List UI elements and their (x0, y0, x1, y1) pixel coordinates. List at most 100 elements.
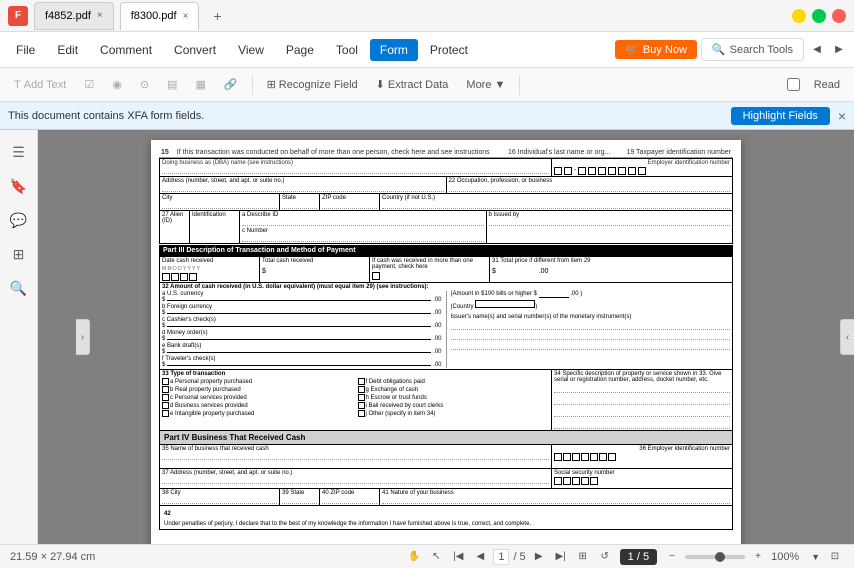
row-33i-check[interactable] (358, 402, 365, 409)
new-tab-button[interactable]: + (205, 4, 229, 28)
next-page-button[interactable]: ▶ (530, 548, 548, 566)
ein36-box7 (608, 453, 616, 461)
row-33g-check[interactable] (358, 386, 365, 393)
search-tools-button[interactable]: 🔍 Search Tools (701, 38, 804, 61)
back-button[interactable]: ◀ (808, 41, 826, 59)
toolbar: T Add Text ☑ ◉ ⊙ ▤ ▦ 🔗 ⊞ Recognize Field… (0, 68, 854, 102)
row-33f-check[interactable] (358, 378, 365, 385)
recognize-field-button[interactable]: ⊞ Recognize Field (259, 75, 366, 94)
row-30-checkbox[interactable] (372, 272, 380, 280)
field-icon3: 🔗 (224, 78, 238, 91)
sidebar-hand-icon[interactable]: ☰ (5, 138, 33, 166)
row-31-label: 31 Total price if different from item 29 (492, 258, 730, 264)
sidebar-bookmark-icon[interactable]: 🔖 (5, 172, 33, 200)
rotate-button[interactable]: ↺ (596, 548, 614, 566)
tab-f8300[interactable]: f8300.pdf × (120, 2, 200, 30)
read-button[interactable]: Read (806, 76, 848, 94)
extract-data-button[interactable]: ⬇ Extract Data (368, 75, 457, 94)
date-format: M M D D Y Y Y Y (162, 266, 257, 272)
left-panel-toggle[interactable]: › (76, 319, 90, 355)
page-input[interactable]: 1 (493, 549, 509, 565)
field-tool3-button[interactable]: 🔗 (216, 75, 246, 94)
app-icon: F (8, 6, 28, 26)
row-27d-field (242, 234, 484, 242)
row-32-issuer: Issuer's name(s) and serial number(s) of… (451, 314, 731, 320)
more-button[interactable]: More ▼ (458, 76, 513, 94)
sidebar-comment-icon[interactable]: 💬 (5, 206, 33, 234)
menu-file[interactable]: File (6, 39, 45, 61)
row-34-field1 (554, 383, 730, 393)
row-33b-check[interactable] (162, 386, 169, 393)
extract-label: Extract Data (388, 79, 449, 91)
menu-tool[interactable]: Tool (326, 39, 368, 61)
main-layout: ☰ 🔖 💬 ⊞ 🔍 › 15 If this transaction was c… (0, 130, 854, 544)
zoom-in-button[interactable]: + (749, 548, 767, 566)
menu-comment[interactable]: Comment (90, 39, 162, 61)
right-panel-toggle[interactable]: ‹ (840, 319, 854, 355)
row-27c-field (242, 218, 484, 226)
prev-page-button[interactable]: ◀ (471, 548, 489, 566)
ein-box5 (598, 167, 606, 175)
date-box4 (189, 273, 197, 281)
field-tool1-button[interactable]: ▤ (159, 75, 185, 94)
page-dimensions: 21.59 × 27.94 cm (10, 551, 95, 563)
zoom-slider[interactable] (685, 555, 745, 559)
buy-now-button[interactable]: 🛒 Buy Now (615, 40, 697, 59)
notification-text: This document contains XFA form fields. (8, 110, 204, 122)
notification-close-button[interactable]: × (838, 108, 846, 124)
row-42-num: 42 (164, 511, 171, 517)
menu-protect[interactable]: Protect (420, 39, 478, 61)
row-33c-check[interactable] (162, 394, 169, 401)
field-tool2-button[interactable]: ▦ (187, 75, 213, 94)
menu-view[interactable]: View (228, 39, 274, 61)
first-page-button[interactable]: |◀ (449, 548, 467, 566)
field-icon2: ▦ (195, 78, 205, 91)
row-33a-check[interactable] (162, 378, 169, 385)
close-button[interactable] (832, 9, 846, 23)
forward-button[interactable]: ▶ (830, 41, 848, 59)
row-33d-check[interactable] (162, 402, 169, 409)
row-37-field (162, 476, 549, 484)
radio-tool-button[interactable]: ◉ (104, 75, 130, 94)
menu-convert[interactable]: Convert (164, 39, 226, 61)
add-text-button[interactable]: T Add Text (6, 76, 74, 94)
pdf-content-area[interactable]: › 15 If this transaction was conducted o… (38, 130, 854, 544)
zoom-dropdown-icon[interactable]: ▼ (811, 552, 820, 562)
tab-f4852[interactable]: f4852.pdf × (34, 2, 114, 30)
highlight-fields-button[interactable]: Highlight Fields (731, 107, 830, 125)
fullscreen-button[interactable]: ⊡ (826, 548, 844, 566)
last-page-button[interactable]: ▶| (552, 548, 570, 566)
sidebar-page-icon[interactable]: ⊞ (5, 240, 33, 268)
tab-f4852-close[interactable]: × (97, 10, 103, 21)
fit-page-button[interactable]: ⊞ (574, 548, 592, 566)
radio-icon: ◉ (112, 78, 122, 91)
row-33e-check[interactable] (162, 410, 169, 417)
zoom-thumb[interactable] (715, 552, 725, 562)
left-sidebar: ☰ 🔖 💬 ⊞ 🔍 (0, 130, 38, 544)
ein-box1 (554, 167, 562, 175)
row-34-field3 (554, 407, 730, 417)
row-32-issuer-field2 (451, 332, 731, 340)
circle-tool-button[interactable]: ⊙ (132, 75, 157, 94)
row-33h-check[interactable] (358, 394, 365, 401)
select-tool-button[interactable]: ↖ (427, 548, 445, 566)
row-33j-check[interactable] (358, 410, 365, 417)
maximize-button[interactable] (812, 9, 826, 23)
hand-tool-button[interactable]: ✋ (405, 548, 423, 566)
search-tools-label: Search Tools (730, 44, 793, 56)
menu-edit[interactable]: Edit (47, 39, 88, 61)
ein-box3 (578, 167, 586, 175)
sidebar-search-icon[interactable]: 🔍 (5, 274, 33, 302)
menu-page[interactable]: Page (276, 39, 324, 61)
menu-form[interactable]: Form (370, 39, 418, 61)
row-30-label: If cash was received in more than one pa… (372, 258, 473, 270)
menu-bar: File Edit Comment Convert View Page Tool… (0, 32, 854, 68)
minimize-button[interactable] (792, 9, 806, 23)
tab-f8300-close[interactable]: × (183, 11, 189, 22)
row-32-label: 32 Amount of cash received (in U.S. doll… (162, 284, 730, 290)
checkbox-tool-button[interactable]: ☑ (76, 75, 102, 94)
zoom-out-button[interactable]: − (663, 548, 681, 566)
ssn-box4 (581, 477, 589, 485)
date-box3 (180, 273, 188, 281)
read-checkbox[interactable] (787, 78, 800, 91)
